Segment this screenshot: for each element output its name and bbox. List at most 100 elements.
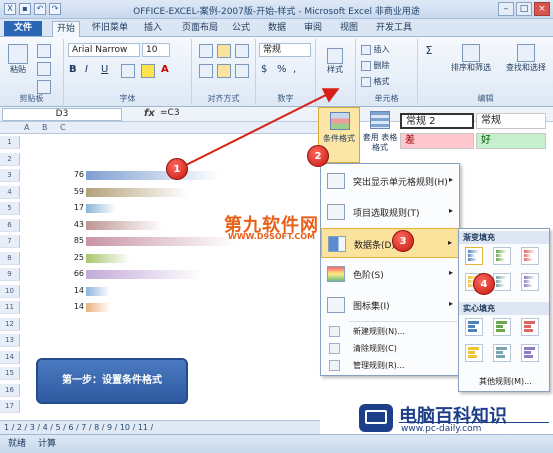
row-header[interactable]: 16: [0, 383, 20, 397]
column-header[interactable]: A: [24, 123, 29, 132]
italic-button[interactable]: I: [84, 63, 89, 76]
gradient-fill-swatch[interactable]: [521, 273, 539, 291]
tab-formulas[interactable]: 公式: [228, 21, 254, 37]
autosum-button[interactable]: Σ: [422, 43, 436, 58]
percent-button[interactable]: %: [276, 63, 288, 76]
row-header[interactable]: 4: [0, 185, 20, 199]
cell-value[interactable]: 25: [60, 252, 84, 264]
tab-insert[interactable]: 插入: [140, 21, 166, 37]
formula-input[interactable]: =C3: [160, 108, 320, 121]
gradient-fill-swatch[interactable]: [465, 247, 483, 265]
format-as-table-button[interactable]: 套用 表格格式: [362, 107, 398, 163]
menu-new-rule[interactable]: 新建规则(N)...: [321, 323, 459, 340]
minimize-icon[interactable]: –: [498, 2, 514, 16]
tab-view[interactable]: 视图: [336, 21, 362, 37]
border-button[interactable]: [120, 63, 136, 79]
cut-button[interactable]: [36, 43, 52, 59]
solid-fill-swatch[interactable]: [465, 344, 483, 362]
tab-classic-menu[interactable]: 怀旧菜单: [88, 21, 132, 37]
cell-value[interactable]: 85: [60, 235, 84, 247]
align-left-button[interactable]: [198, 63, 214, 79]
cell-style-normal[interactable]: 常规: [476, 113, 546, 129]
align-center-button[interactable]: [216, 63, 232, 79]
insert-cells-button[interactable]: 插入: [360, 43, 416, 56]
row-header[interactable]: 5: [0, 202, 20, 215]
gradient-fill-swatch[interactable]: [521, 247, 539, 265]
tab-review[interactable]: 审阅: [300, 21, 326, 37]
menu-color-scales[interactable]: 色阶(S) ▸: [321, 259, 459, 289]
cell-value[interactable]: 66: [60, 268, 84, 280]
menu-clear-rules[interactable]: 清除规则(C): [321, 340, 459, 357]
font-size-select[interactable]: 10: [142, 43, 170, 57]
solid-fill-swatch[interactable]: [493, 318, 511, 336]
row-header[interactable]: 14: [0, 350, 20, 364]
font-color-button[interactable]: A: [160, 63, 170, 76]
column-header[interactable]: C: [60, 123, 66, 132]
more-rules-link[interactable]: 其他规则(M)...: [479, 376, 532, 387]
comma-button[interactable]: ,: [292, 63, 297, 76]
align-middle-button[interactable]: [216, 43, 232, 59]
row-header[interactable]: 13: [0, 334, 20, 347]
delete-cells-button[interactable]: 删除: [360, 59, 416, 72]
menu-highlight-rules[interactable]: 突出显示单元格规则(H) ▸: [321, 166, 459, 196]
row-header[interactable]: 9: [0, 268, 20, 281]
cell-value[interactable]: 59: [60, 186, 84, 198]
row-header[interactable]: 15: [0, 367, 20, 380]
row-header[interactable]: 10: [0, 284, 20, 298]
fx-icon[interactable]: fx: [144, 108, 155, 119]
bold-button[interactable]: B: [68, 63, 78, 76]
column-header[interactable]: B: [42, 123, 48, 132]
tab-file[interactable]: 文件: [4, 21, 42, 36]
row-header[interactable]: 12: [0, 317, 20, 331]
align-bottom-button[interactable]: [234, 43, 250, 59]
tab-developer[interactable]: 开发工具: [372, 21, 416, 37]
name-box[interactable]: D3: [2, 108, 122, 121]
row-header[interactable]: 11: [0, 301, 20, 314]
tab-page-layout[interactable]: 页面布局: [178, 21, 222, 37]
underline-button[interactable]: U: [100, 63, 109, 76]
cell-value[interactable]: 43: [60, 219, 84, 231]
number-format-select[interactable]: 常规: [259, 43, 311, 57]
paste-button[interactable]: 粘贴: [4, 43, 32, 83]
solid-fill-swatch[interactable]: [465, 318, 483, 336]
row-header[interactable]: 17: [0, 400, 20, 413]
styles-button[interactable]: 样式: [320, 47, 350, 87]
copy-button[interactable]: [36, 61, 52, 77]
find-select-button[interactable]: 查找和选择: [502, 43, 550, 83]
sort-filter-button[interactable]: 排序和筛选: [442, 43, 500, 83]
fill-color-button[interactable]: [140, 63, 156, 79]
row-header[interactable]: 6: [0, 218, 20, 232]
close-icon[interactable]: ×: [534, 2, 550, 16]
menu-manage-rules[interactable]: 管理规则(R)...: [321, 357, 459, 374]
align-right-button[interactable]: [234, 63, 250, 79]
align-top-button[interactable]: [198, 43, 214, 59]
cell-value[interactable]: 17: [60, 202, 84, 214]
format-cells-button[interactable]: 格式: [360, 75, 416, 88]
gradient-fill-swatch[interactable]: [493, 273, 511, 291]
worksheet-grid[interactable]: A B C 1 2 3 4 5 6 7 8 9 10 11 12 13 14 15 16 17 76 59 17 43…: [0, 122, 320, 435]
solid-fill-swatch[interactable]: [521, 318, 539, 336]
cell-value[interactable]: 14: [60, 301, 84, 313]
cell-style-normal-2[interactable]: 常规 2: [400, 113, 474, 129]
row-header[interactable]: 1: [0, 136, 20, 149]
gradient-fill-swatch[interactable]: [493, 247, 511, 265]
menu-top-bottom-rules[interactable]: 项目选取规则(T) ▸: [321, 197, 459, 227]
row-header[interactable]: 7: [0, 235, 20, 248]
tab-data[interactable]: 数据: [264, 21, 290, 37]
row-header[interactable]: 8: [0, 251, 20, 265]
tab-home[interactable]: 开始: [52, 21, 81, 37]
maximize-icon[interactable]: □: [516, 2, 532, 16]
menu-icon-sets[interactable]: 图标集(I) ▸: [321, 290, 459, 320]
solid-fill-swatch[interactable]: [521, 344, 539, 362]
cell-value[interactable]: 14: [60, 285, 84, 297]
menu-data-bars[interactable]: 数据条(D) ▸: [321, 228, 459, 258]
cell-style-bad[interactable]: 差: [400, 133, 474, 149]
row-header[interactable]: 2: [0, 152, 20, 166]
sheet-tabs[interactable]: 1 / 2 / 3 / 4 / 5 / 6 / 7 / 8 / 9 / 10 /…: [0, 420, 320, 434]
row-header[interactable]: 3: [0, 169, 20, 182]
cell-style-good[interactable]: 好: [476, 133, 546, 149]
cell-value[interactable]: 76: [60, 169, 84, 181]
font-name-select[interactable]: Arial Narrow: [68, 43, 140, 57]
currency-button[interactable]: $: [260, 63, 268, 76]
solid-fill-swatch[interactable]: [493, 344, 511, 362]
